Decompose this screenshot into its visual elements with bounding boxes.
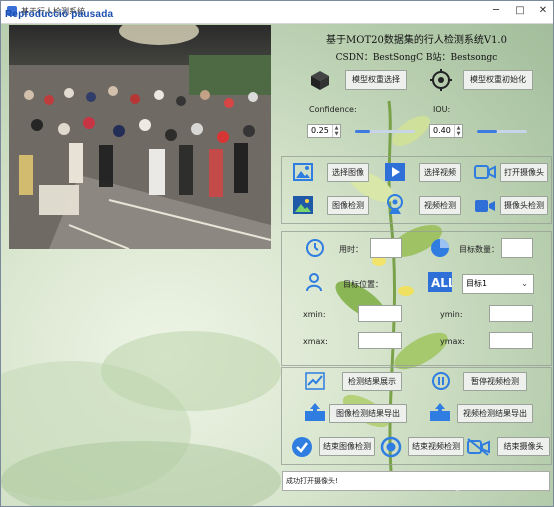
spin-arrows-icon[interactable]: ▲ ▼ bbox=[454, 125, 462, 137]
pause-icon bbox=[432, 372, 450, 390]
crowd-video-frame bbox=[9, 25, 271, 249]
playback-overlay-text: Reproducció pausada bbox=[5, 9, 114, 20]
check-circle-icon bbox=[292, 437, 312, 457]
select-video-button[interactable]: 选择视频 bbox=[419, 163, 461, 182]
pause-video-button[interactable]: 暂停视频检测 bbox=[463, 372, 527, 391]
time-field[interactable] bbox=[370, 238, 402, 258]
pie-chart-icon bbox=[431, 239, 449, 257]
all-icon: ALL bbox=[428, 272, 452, 292]
background-leaves bbox=[1, 331, 281, 506]
iou-slider[interactable] bbox=[477, 130, 527, 133]
iou-spinbox[interactable]: 0.40 ▲ ▼ bbox=[429, 124, 463, 138]
video-detect-button[interactable]: 视频检测 bbox=[419, 196, 461, 215]
ymin-field[interactable] bbox=[489, 305, 533, 322]
confidence-value: 0.25 bbox=[311, 126, 329, 135]
ymax-field[interactable] bbox=[489, 332, 533, 349]
confidence-slider-fill bbox=[355, 130, 370, 133]
watermark: 知乎 @R.M7012 bbox=[421, 477, 522, 492]
init-weights-button[interactable]: 模型权重初始化 bbox=[463, 70, 533, 90]
chevron-down-icon: ⌄ bbox=[521, 279, 528, 288]
ymax-label: ymax: bbox=[440, 337, 465, 346]
camera-off-icon bbox=[467, 438, 490, 456]
open-camera-button[interactable]: 打开摄像头 bbox=[500, 163, 548, 182]
export-icon bbox=[305, 403, 325, 421]
time-label: 用时： bbox=[339, 245, 363, 254]
spin-arrows-icon[interactable]: ▲ ▼ bbox=[332, 125, 340, 137]
video-camera-icon bbox=[474, 165, 496, 179]
clock-icon bbox=[306, 239, 324, 257]
author-info: CSDN：BestSongC B站：Bestsongc bbox=[335, 53, 498, 63]
count-label: 目标数量： bbox=[459, 245, 499, 254]
close-button[interactable]: ✕ bbox=[534, 3, 552, 19]
iou-slider-fill bbox=[477, 130, 497, 133]
title-bar: 基于行人检测系统 Reproducció pausada ─ □ ✕ bbox=[1, 1, 553, 24]
camera-detect-icon bbox=[475, 200, 495, 212]
app-window: 基于行人检测系统 Reproducció pausada ─ □ ✕ 基于MOT… bbox=[0, 0, 554, 507]
end-camera-button[interactable]: 结束摄像头 bbox=[497, 437, 550, 456]
play-video-icon bbox=[385, 163, 405, 181]
iou-label: IOU: bbox=[433, 105, 451, 114]
image-detect-icon bbox=[293, 196, 313, 214]
image-detect-button[interactable]: 图像检测 bbox=[327, 196, 369, 215]
minimize-button[interactable]: ─ bbox=[487, 3, 505, 19]
target-select[interactable]: 目标1 ⌄ bbox=[462, 274, 534, 294]
select-weights-button[interactable]: 模型权重选择 bbox=[345, 70, 407, 90]
xmax-label: xmax: bbox=[303, 337, 328, 346]
count-field[interactable] bbox=[501, 238, 533, 258]
confidence-label: Confidence: bbox=[309, 105, 357, 114]
maximize-button[interactable]: □ bbox=[511, 3, 529, 19]
video-display bbox=[9, 25, 271, 249]
show-results-button[interactable]: 检测结果展示 bbox=[342, 372, 402, 391]
export-image-button[interactable]: 图像检测结果导出 bbox=[329, 404, 407, 423]
position-label: 目标位置： bbox=[343, 280, 383, 289]
line-chart-icon bbox=[305, 372, 325, 390]
xmin-field[interactable] bbox=[358, 305, 402, 322]
end-image-detect-button[interactable]: 结束图像检测 bbox=[319, 437, 375, 456]
iou-value: 0.40 bbox=[433, 126, 451, 135]
ymin-label: ymin: bbox=[440, 310, 463, 319]
end-video-detect-button[interactable]: 结束视频检测 bbox=[408, 437, 464, 456]
export-video-icon bbox=[430, 403, 450, 421]
xmax-field[interactable] bbox=[358, 332, 402, 349]
user-location-icon bbox=[306, 273, 322, 292]
target-select-value: 目标1 bbox=[466, 279, 488, 288]
target-icon bbox=[430, 69, 452, 91]
image-icon bbox=[293, 163, 313, 181]
webcam-icon bbox=[387, 194, 403, 214]
svg-text:ALL: ALL bbox=[431, 276, 452, 290]
confidence-slider[interactable] bbox=[355, 130, 415, 133]
cube-icon bbox=[311, 71, 329, 90]
stop-circle-icon bbox=[380, 436, 402, 458]
xmin-label: xmin: bbox=[303, 310, 326, 319]
app-title: 基于MOT20数据集的行人检测系统V1.0 bbox=[326, 35, 507, 46]
control-panel: 基于MOT20数据集的行人检测系统V1.0 CSDN：BestSongC B站：… bbox=[281, 25, 552, 493]
export-video-button[interactable]: 视频检测结果导出 bbox=[457, 404, 533, 423]
camera-detect-button[interactable]: 摄像头检测 bbox=[500, 196, 548, 215]
confidence-spinbox[interactable]: 0.25 ▲ ▼ bbox=[307, 124, 341, 138]
select-image-button[interactable]: 选择图像 bbox=[327, 163, 369, 182]
